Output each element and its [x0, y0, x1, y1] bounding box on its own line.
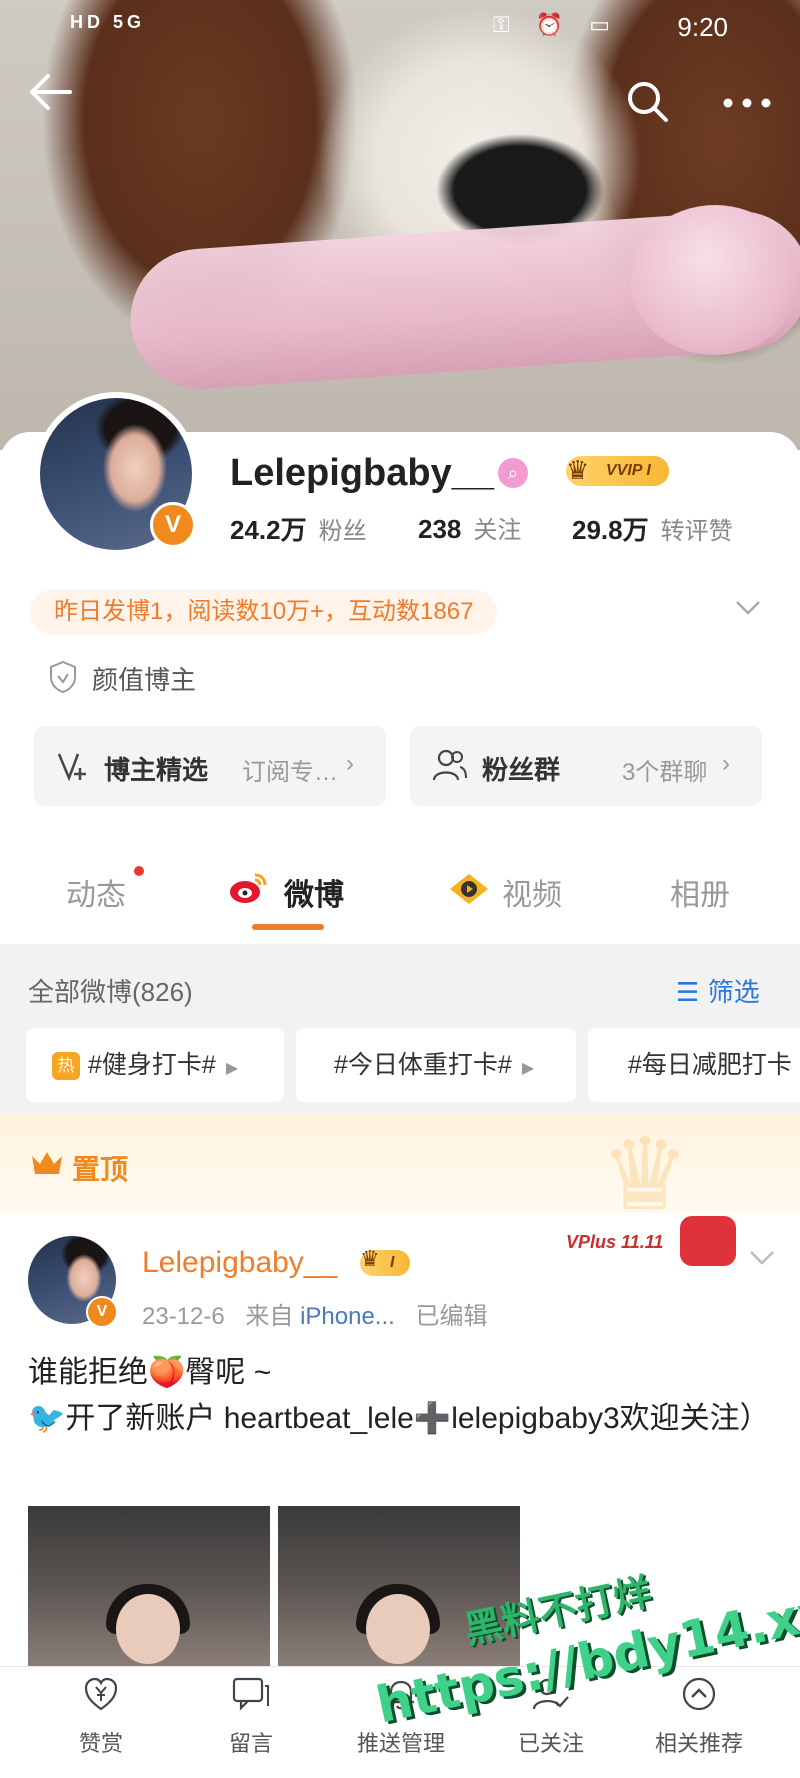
post-photo[interactable]	[28, 1506, 270, 1666]
post-edited[interactable]: 已编辑	[415, 1303, 487, 1330]
stat-label: 关注	[473, 517, 522, 544]
stat-label: 粉丝	[318, 518, 367, 545]
tab-dynamics[interactable]: 动态	[66, 870, 126, 914]
status-bar: HD 5G ⚿ ⏰ ▭ 9:20	[0, 0, 800, 52]
post-meta: 23-12-6 来自 iPhone... 已编辑	[142, 1296, 487, 1331]
stat-value: 29.8万	[572, 515, 649, 545]
pinned-label: 置顶	[72, 1154, 129, 1185]
message-button[interactable]: 留言	[176, 1676, 326, 1758]
filter-label: 筛选	[707, 977, 760, 1007]
pin-crown-icon	[30, 1148, 64, 1181]
weibo-logo-icon	[228, 870, 268, 911]
featured-icon	[56, 750, 90, 787]
verified-v-icon: V	[86, 1296, 118, 1328]
post-source[interactable]: iPhone...	[300, 1303, 395, 1330]
stat-interactions[interactable]: 29.8万 转评赞	[572, 510, 733, 547]
post-date: 23-12-6	[142, 1303, 225, 1330]
caret-right-icon: ▶	[225, 1060, 239, 1077]
chevron-right-icon: ›	[346, 750, 354, 777]
unread-dot	[134, 866, 144, 876]
fan-group-card[interactable]: 粉丝群 3个群聊 ›	[410, 726, 762, 806]
topic-chip-label: #每日减肥打卡	[628, 1051, 792, 1079]
stat-following[interactable]: 238 关注	[418, 510, 521, 545]
activity-summary[interactable]: 昨日发博1，阅读数10万+，互动数1867	[30, 590, 498, 634]
fan-group-subtitle: 3个群聊	[622, 759, 708, 786]
group-icon	[432, 748, 468, 787]
blogger-tag: 颜值博主	[92, 665, 197, 695]
vplus-promo[interactable]: VPlus 11.11	[566, 1232, 663, 1253]
topic-chip[interactable]: #今日体重打卡# ▶	[296, 1028, 576, 1102]
chevron-down-icon[interactable]	[734, 592, 762, 624]
related-recommend-button[interactable]: 相关推荐	[624, 1676, 774, 1758]
red-packet-icon[interactable]	[680, 1216, 736, 1266]
post-text-line: 🐦开了新账户 heartbeat_lele➕lelepigbaby3欢迎关注）	[28, 1402, 770, 1435]
tab-video[interactable]: 视频	[502, 870, 562, 914]
verified-v-icon: V	[150, 502, 196, 548]
chevron-right-icon: ›	[722, 750, 730, 777]
post-text-line: 谁能拒绝🍑臀呢 ~	[28, 1356, 272, 1389]
shield-icon	[48, 660, 78, 699]
message-icon	[176, 1676, 326, 1724]
hot-icon: 热	[52, 1052, 80, 1081]
reward-button[interactable]: 赞赏	[26, 1676, 176, 1758]
all-posts-count[interactable]: 全部微博(826)	[28, 972, 193, 1009]
search-icon[interactable]	[626, 80, 670, 129]
clock: 9:20	[677, 12, 728, 42]
topic-chip-label: #今日体重打卡#	[334, 1051, 512, 1079]
stat-label: 转评赞	[660, 518, 733, 545]
username: Lelepigbaby__	[230, 452, 494, 494]
topic-chip[interactable]: 热 #健身打卡# ▶	[26, 1028, 284, 1102]
topic-chip[interactable]: #每日减肥打卡	[588, 1028, 800, 1102]
filter-icon: ☰	[676, 977, 700, 1007]
post-author-name[interactable]: Lelepigbaby__	[142, 1246, 337, 1280]
active-tab-indicator	[252, 924, 324, 930]
crown-decoration-icon: ♛	[600, 1119, 690, 1231]
video-icon	[448, 872, 490, 911]
recommend-label: 相关推荐	[654, 1731, 743, 1756]
crown-icon: ♛	[566, 455, 590, 485]
stat-value: 238	[418, 514, 462, 544]
network-indicators: HD 5G	[70, 12, 146, 32]
push-manage-label: 推送管理	[356, 1731, 445, 1756]
post-from: 来自	[245, 1303, 294, 1330]
tab-weibo[interactable]: 微博	[284, 870, 344, 914]
filter-button[interactable]: ☰ 筛选	[676, 972, 760, 1009]
message-label: 留言	[228, 1731, 273, 1756]
tab-album[interactable]: 相册	[670, 870, 730, 914]
search-badge-icon[interactable]: ⌕	[498, 458, 528, 488]
reward-label: 赞赏	[78, 1731, 123, 1756]
caret-right-icon: ▶	[521, 1060, 535, 1077]
more-icon[interactable]	[722, 96, 772, 114]
reward-icon	[26, 1676, 176, 1724]
stat-fans[interactable]: 24.2万 粉丝	[230, 510, 367, 547]
post-text: 谁能拒绝🍑臀呢 ~ 🐦开了新账户 heartbeat_lele➕lelepigb…	[28, 1350, 772, 1442]
featured-title: 博主精选	[104, 755, 209, 785]
cover-photo-object-head	[630, 205, 800, 355]
topic-chip-label: #健身打卡#	[88, 1051, 216, 1079]
stat-value: 24.2万	[230, 515, 307, 545]
back-arrow-icon[interactable]	[26, 72, 72, 120]
featured-subtitle: 订阅专…	[242, 759, 338, 786]
recommend-icon	[624, 1676, 774, 1724]
chevron-down-icon[interactable]	[748, 1242, 776, 1274]
crown-icon: ♛	[360, 1246, 380, 1271]
status-icons: ⚿ ⏰ ▭	[492, 12, 620, 37]
followed-label: 已关注	[517, 1731, 584, 1756]
featured-card[interactable]: 博主精选 订阅专… ›	[34, 726, 386, 806]
fan-group-title: 粉丝群	[482, 755, 561, 785]
